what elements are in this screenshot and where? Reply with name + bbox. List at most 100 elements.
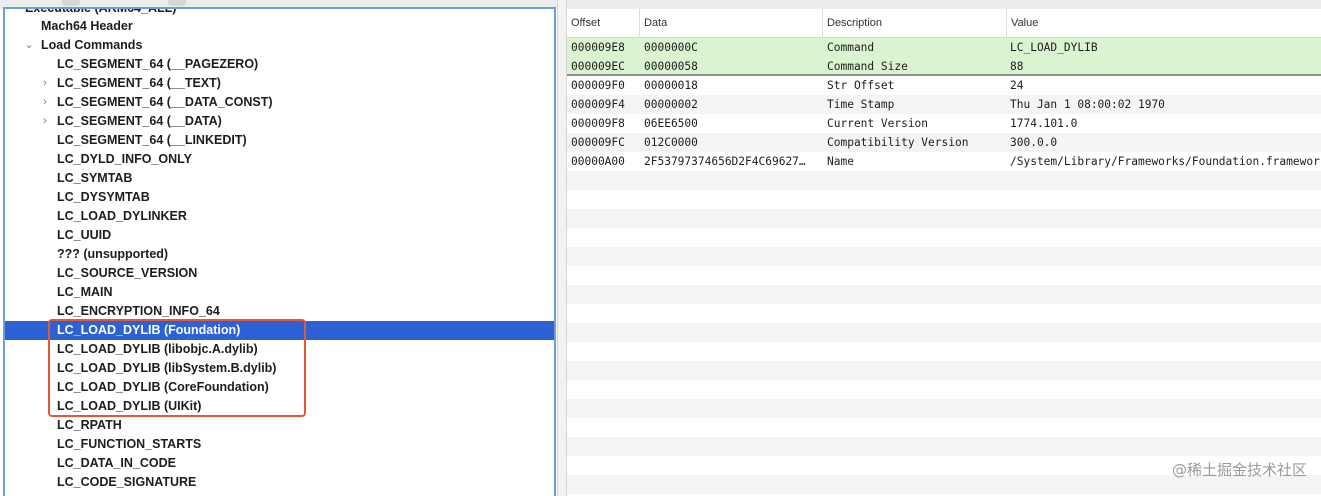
- toolbar-tab-fragment: [62, 0, 80, 6]
- outline-item-label: LC_SEGMENT_64 (__LINKEDIT): [57, 133, 247, 147]
- outline-item-label: LC_CODE_SIGNATURE: [57, 475, 197, 489]
- outline-item-label: LC_SYMTAB: [57, 171, 133, 185]
- outline-item-label: LC_LOAD_DYLIB (libobjc.A.dylib): [57, 342, 258, 356]
- cell-data: 012C0000: [644, 136, 698, 149]
- outline-item-label: LC_DYSYMTAB: [57, 190, 150, 204]
- outline-item-lc-encryption-info-64[interactable]: LC_ENCRYPTION_INFO_64: [5, 302, 554, 321]
- cell-value: 1774.101.0: [1010, 117, 1078, 130]
- split-view-divider[interactable]: [557, 0, 567, 496]
- outline-item-lc-symtab[interactable]: LC_SYMTAB: [5, 169, 554, 188]
- outline-item-label: LC_LOAD_DYLIB (UIKit): [57, 399, 202, 413]
- outline-item-label: LC_DATA_IN_CODE: [57, 456, 176, 470]
- outline-item-lc-function-starts[interactable]: LC_FUNCTION_STARTS: [5, 435, 554, 454]
- cell-description: Compatibility Version: [827, 136, 969, 149]
- outline-item-lc-dyld-info-only[interactable]: LC_DYLD_INFO_ONLY: [5, 150, 554, 169]
- cell-value: 24: [1010, 79, 1024, 92]
- table-row[interactable]: 000009E8 0000000C Command LC_LOAD_DYLIB: [567, 38, 1321, 57]
- outline-item-lc-segment-64-data[interactable]: › LC_SEGMENT_64 (__DATA): [5, 112, 554, 131]
- outline-item-lc-uuid[interactable]: LC_UUID: [5, 226, 554, 245]
- cell-data: 00000058: [644, 60, 698, 73]
- chevron-right-icon[interactable]: ›: [39, 112, 51, 131]
- cell-offset: 000009F0: [571, 79, 625, 92]
- column-header-offset[interactable]: Offset: [567, 9, 639, 38]
- table-row[interactable]: 000009F0 00000018 Str Offset 24: [567, 76, 1321, 95]
- empty-table-row: [567, 304, 1321, 323]
- table-row[interactable]: 000009FC 012C0000 Compatibility Version 300…: [567, 133, 1321, 152]
- table-row[interactable]: 000009F8 06EE6500 Current Version 1774.101.…: [567, 114, 1321, 133]
- load-commands-outline[interactable]: Executable (ARM64_ALL) Mach64 Header ⌄ Loa…: [3, 7, 556, 496]
- column-header-description[interactable]: Description: [822, 9, 1006, 38]
- outline-item-lc-load-dylib-libobjc-a-dylib[interactable]: LC_LOAD_DYLIB (libobjc.A.dylib): [5, 340, 554, 359]
- outline-item-lc-load-dylinker[interactable]: LC_LOAD_DYLINKER: [5, 207, 554, 226]
- outline-item-lc-segment-64-data-const[interactable]: › LC_SEGMENT_64 (__DATA_CONST): [5, 93, 554, 112]
- chevron-right-icon[interactable]: ›: [39, 93, 51, 112]
- cell-data: 2F53797374656D2F4C69627…: [644, 155, 806, 168]
- outline-item-label: LC_LOAD_DYLIB (Foundation): [57, 323, 241, 337]
- outline-item-label: Load Commands: [41, 38, 143, 52]
- chevron-down-icon[interactable]: ⌄: [23, 36, 35, 55]
- cell-description: Name: [827, 155, 854, 168]
- outline-item-label: LC_SEGMENT_64 (__TEXT): [57, 76, 221, 90]
- outline-item-label: LC_MAIN: [57, 285, 113, 299]
- outline-item-lc-code-signature[interactable]: LC_CODE_SIGNATURE: [5, 473, 554, 492]
- outline-item-lc-segment-64-linkedit[interactable]: LC_SEGMENT_64 (__LINKEDIT): [5, 131, 554, 150]
- cell-data: 00000018: [644, 79, 698, 92]
- detail-table[interactable]: Offset Data Description Value 000009E8 00…: [567, 9, 1321, 496]
- empty-table-row: [567, 418, 1321, 437]
- empty-table-row: [567, 380, 1321, 399]
- outline-item-label: LC_DYLD_INFO_ONLY: [57, 152, 192, 166]
- outline-item-lc-rpath[interactable]: LC_RPATH: [5, 416, 554, 435]
- outline-item-lc-load-dylib-corefoundation[interactable]: LC_LOAD_DYLIB (CoreFoundation): [5, 378, 554, 397]
- outline-item-label: LC_FUNCTION_STARTS: [57, 437, 202, 451]
- cell-description: Time Stamp: [827, 98, 895, 111]
- column-header-data[interactable]: Data: [639, 9, 822, 38]
- outline-item-lc-main[interactable]: LC_MAIN: [5, 283, 554, 302]
- outline-item-label: Mach64 Header: [41, 19, 133, 33]
- cell-offset: 000009FC: [571, 136, 625, 149]
- outline-item-load-commands[interactable]: ⌄ Load Commands: [5, 36, 554, 55]
- cell-offset: 000009F8: [571, 117, 625, 130]
- cell-value: Thu Jan 1 08:00:02 1970: [1010, 98, 1165, 111]
- chevron-right-icon[interactable]: ›: [39, 74, 51, 93]
- outline-item-label: LC_SEGMENT_64 (__DATA): [57, 114, 222, 128]
- cell-description: Str Offset: [827, 79, 895, 92]
- watermark: @稀土掘金技术社区: [1171, 461, 1307, 479]
- cell-value: /System/Library/Frameworks/Foundation.fr…: [1010, 155, 1321, 168]
- outline-item-lc-dysymtab[interactable]: LC_DYSYMTAB: [5, 188, 554, 207]
- outline-item-label: LC_SEGMENT_64 (__DATA_CONST): [57, 95, 273, 109]
- empty-table-row: [567, 342, 1321, 361]
- outline-item-label: LC_LOAD_DYLINKER: [57, 209, 187, 223]
- table-row[interactable]: 000009EC 00000058 Command Size 88: [567, 57, 1321, 76]
- outline-item-lc-load-dylib-uikit[interactable]: LC_LOAD_DYLIB (UIKit): [5, 397, 554, 416]
- cell-offset: 000009EC: [571, 60, 625, 73]
- empty-table-row: [567, 399, 1321, 418]
- outline-item-lc-load-dylib-foundation[interactable]: LC_LOAD_DYLIB (Foundation): [5, 321, 554, 340]
- empty-table-row: [567, 209, 1321, 228]
- outline-item-lc-segment-64-pagezero[interactable]: LC_SEGMENT_64 (__PAGEZERO): [5, 55, 554, 74]
- outline-item-lc-segment-64-text[interactable]: › LC_SEGMENT_64 (__TEXT): [5, 74, 554, 93]
- table-row[interactable]: 00000A00 2F53797374656D2F4C69627… Name/Sys…: [567, 152, 1321, 171]
- outline-item-lc-load-dylib-libsystem-b-dylib[interactable]: LC_LOAD_DYLIB (libSystem.B.dylib): [5, 359, 554, 378]
- outline-item-mach64-header[interactable]: Mach64 Header: [5, 17, 554, 36]
- column-header-value[interactable]: Value: [1006, 9, 1321, 38]
- empty-table-row: [567, 323, 1321, 342]
- cell-data: 00000002: [644, 98, 698, 111]
- table-header: Offset Data Description Value: [567, 9, 1321, 38]
- table-row[interactable]: 000009F4 00000002 Time Stamp Thu Jan 1 08:0…: [567, 95, 1321, 114]
- outline-item-lc-data-in-code[interactable]: LC_DATA_IN_CODE: [5, 454, 554, 473]
- cell-description: Command: [827, 41, 875, 54]
- cell-value: 88: [1010, 60, 1024, 73]
- cell-offset: 000009F4: [571, 98, 625, 111]
- outline-item-label: LC_SOURCE_VERSION: [57, 266, 198, 280]
- empty-table-row: [567, 247, 1321, 266]
- cell-data: 0000000C: [644, 41, 698, 54]
- outline-item-lc-source-version[interactable]: LC_SOURCE_VERSION: [5, 264, 554, 283]
- outline-item-label: LC_RPATH: [57, 418, 122, 432]
- outline-item-unsupported[interactable]: ??? (unsupported): [5, 245, 554, 264]
- outline-item-label: LC_LOAD_DYLIB (CoreFoundation): [57, 380, 269, 394]
- empty-table-row: [567, 266, 1321, 285]
- outline-item-label: LC_ENCRYPTION_INFO_64: [57, 304, 220, 318]
- empty-table-row: [567, 361, 1321, 380]
- cell-value: 300.0.0: [1010, 136, 1058, 149]
- cell-data: 06EE6500: [644, 117, 698, 130]
